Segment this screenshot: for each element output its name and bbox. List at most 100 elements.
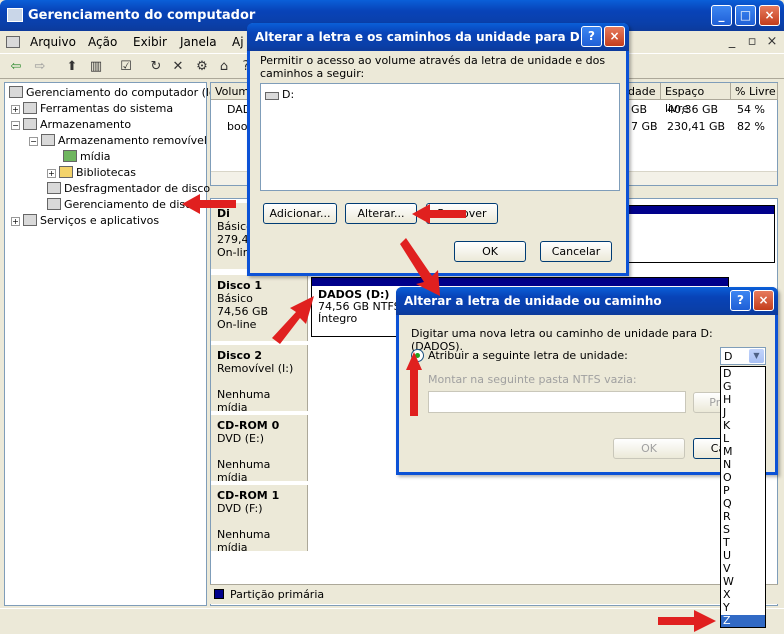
menu-acao[interactable]: Ação bbox=[88, 35, 117, 49]
dialog1-ok-button[interactable]: OK bbox=[454, 241, 526, 262]
maximize-button[interactable]: □ bbox=[735, 5, 756, 26]
child-close-icon[interactable]: × bbox=[762, 32, 782, 52]
disk-type: DVD (E:) bbox=[217, 432, 265, 445]
dialog2-title: Alterar a letra de unidade ou caminho bbox=[404, 294, 662, 308]
child-restore-icon[interactable]: ▫ bbox=[742, 32, 762, 52]
properties-icon[interactable]: ☑ bbox=[116, 57, 136, 77]
mount-folder-input[interactable] bbox=[428, 391, 686, 413]
disk-name: Disco 2 bbox=[217, 349, 263, 362]
assign-letter-label: Atribuir a seguinte letra de unidade: bbox=[428, 349, 628, 362]
tree-label: Bibliotecas bbox=[76, 166, 137, 179]
col-header-free[interactable]: Espaço livre bbox=[661, 83, 731, 115]
option-k[interactable]: K bbox=[721, 420, 765, 432]
legend: Partição primária bbox=[210, 584, 778, 604]
refresh-icon[interactable]: ↻ bbox=[146, 57, 166, 77]
change-button[interactable]: Alterar... bbox=[345, 203, 417, 224]
tree-item-storage[interactable]: − Armazenamento bbox=[11, 117, 131, 133]
show-tree-icon[interactable]: ▥ bbox=[86, 57, 106, 77]
add-button[interactable]: Adicionar... bbox=[263, 203, 337, 224]
option-d[interactable]: D bbox=[721, 368, 765, 380]
list-item[interactable]: D: bbox=[265, 88, 294, 101]
dialog2-ok-button[interactable]: OK bbox=[613, 438, 685, 459]
disk-size: 279,4 bbox=[217, 233, 249, 246]
disk-name: Di bbox=[217, 207, 230, 220]
collapse-icon[interactable]: − bbox=[29, 137, 38, 146]
minimize-button[interactable]: _ bbox=[711, 5, 732, 26]
option-s[interactable]: S bbox=[721, 524, 765, 536]
tree-label: Serviços e aplicativos bbox=[40, 214, 160, 227]
settings-icon[interactable]: ⚙ bbox=[192, 57, 212, 77]
chevron-down-icon[interactable]: ▼ bbox=[749, 349, 764, 363]
tree-item-libraries[interactable]: + Bibliotecas bbox=[47, 165, 136, 181]
disk-1-label[interactable]: Disco 1 Básico 74,56 GB On-line bbox=[211, 275, 308, 341]
forward-arrow-icon[interactable]: ⇨ bbox=[30, 57, 50, 77]
option-g[interactable]: G bbox=[721, 381, 765, 393]
drive-letter-paths-dialog: Alterar a letra e os caminhos da unidade… bbox=[247, 23, 629, 276]
disk-name: CD-ROM 1 bbox=[217, 489, 280, 502]
cdrom-0-label[interactable]: CD-ROM 0 DVD (E:) Nenhuma mídia bbox=[211, 415, 308, 484]
menu-ajuda[interactable]: Aj bbox=[232, 35, 244, 49]
expand-icon[interactable]: + bbox=[47, 169, 56, 178]
col-header-pct-free[interactable]: % Livre bbox=[731, 83, 778, 100]
dialog2-close-button[interactable]: × bbox=[753, 290, 774, 311]
option-l[interactable]: L bbox=[721, 433, 765, 445]
disk-media: Nenhuma mídia bbox=[217, 388, 271, 414]
menu-arquivo[interactable]: Arquivo bbox=[30, 35, 76, 49]
option-x[interactable]: X bbox=[721, 589, 765, 601]
delete-icon[interactable]: ✕ bbox=[168, 57, 188, 77]
option-v[interactable]: V bbox=[721, 563, 765, 575]
volume-capacity: 7 GB bbox=[631, 120, 658, 133]
disk-name: Disco 1 bbox=[217, 279, 263, 292]
drive-letter-select[interactable]: D ▼ bbox=[720, 347, 766, 365]
option-u[interactable]: U bbox=[721, 550, 765, 562]
disk-type: Removível (I:) bbox=[217, 362, 294, 375]
option-r[interactable]: R bbox=[721, 511, 765, 523]
expand-icon[interactable]: + bbox=[11, 217, 20, 226]
option-t[interactable]: T bbox=[721, 537, 765, 549]
disk-2-label[interactable]: Disco 2 Removível (I:) Nenhuma mídia bbox=[211, 345, 308, 414]
computer-management-icon bbox=[7, 8, 23, 22]
option-q[interactable]: Q bbox=[721, 498, 765, 510]
dialog1-titlebar[interactable]: Alterar a letra e os caminhos da unidade… bbox=[247, 23, 629, 51]
back-arrow-icon[interactable]: ⇦ bbox=[6, 57, 26, 77]
app-menu-icon[interactable] bbox=[6, 36, 20, 48]
tree-item-services[interactable]: + Serviços e aplicativos bbox=[11, 213, 159, 229]
tree-item-removable-storage[interactable]: − Armazenamento removível bbox=[29, 133, 207, 149]
option-h[interactable]: H bbox=[721, 394, 765, 406]
option-p[interactable]: P bbox=[721, 485, 765, 497]
option-n[interactable]: N bbox=[721, 459, 765, 471]
option-o[interactable]: O bbox=[721, 472, 765, 484]
option-z[interactable]: Z bbox=[721, 615, 765, 627]
collapse-icon[interactable]: − bbox=[11, 121, 20, 130]
up-folder-icon[interactable]: ⬆ bbox=[62, 57, 82, 77]
defrag-icon bbox=[47, 182, 61, 194]
tree-label: Armazenamento removível bbox=[58, 134, 207, 147]
option-m[interactable]: M bbox=[721, 446, 765, 458]
expand-icon[interactable]: + bbox=[11, 105, 20, 114]
volume-free: 230,41 GB bbox=[667, 120, 726, 133]
dialog2-help-button[interactable]: ? bbox=[730, 290, 751, 311]
option-w[interactable]: W bbox=[721, 576, 765, 588]
cdrom-1-label[interactable]: CD-ROM 1 DVD (F:) Nenhuma mídia bbox=[211, 485, 308, 554]
remove-button[interactable]: Remover bbox=[426, 203, 498, 224]
open-folder-icon[interactable]: ⌂ bbox=[214, 57, 234, 77]
menu-janela[interactable]: Janela bbox=[180, 35, 217, 49]
child-minimize-icon[interactable]: _ bbox=[722, 32, 742, 52]
option-y[interactable]: Y bbox=[721, 602, 765, 614]
menu-exibir[interactable]: Exibir bbox=[133, 35, 167, 49]
disk-media: Nenhuma mídia bbox=[217, 458, 271, 484]
tree-item-defrag[interactable]: Desfragmentador de disco bbox=[47, 181, 210, 197]
dialog1-help-button[interactable]: ? bbox=[581, 26, 602, 47]
tree-item-disk-management[interactable]: Gerenciamento de disco bbox=[47, 197, 198, 213]
option-j[interactable]: J bbox=[721, 407, 765, 419]
tree-item-system-tools[interactable]: + Ferramentas do sistema bbox=[11, 101, 173, 117]
dialog1-close-button[interactable]: × bbox=[604, 26, 625, 47]
drive-paths-list[interactable]: D: bbox=[260, 83, 620, 191]
dialog2-titlebar[interactable]: Alterar a letra de unidade ou caminho ? … bbox=[396, 287, 778, 315]
dialog1-cancel-button[interactable]: Cancelar bbox=[540, 241, 612, 262]
close-button[interactable]: × bbox=[759, 5, 780, 26]
tree-root[interactable]: Gerenciamento do computador (local bbox=[9, 85, 232, 101]
assign-letter-radio[interactable] bbox=[411, 349, 424, 362]
tree-item-media[interactable]: mídia bbox=[63, 149, 111, 165]
services-icon bbox=[23, 214, 37, 226]
